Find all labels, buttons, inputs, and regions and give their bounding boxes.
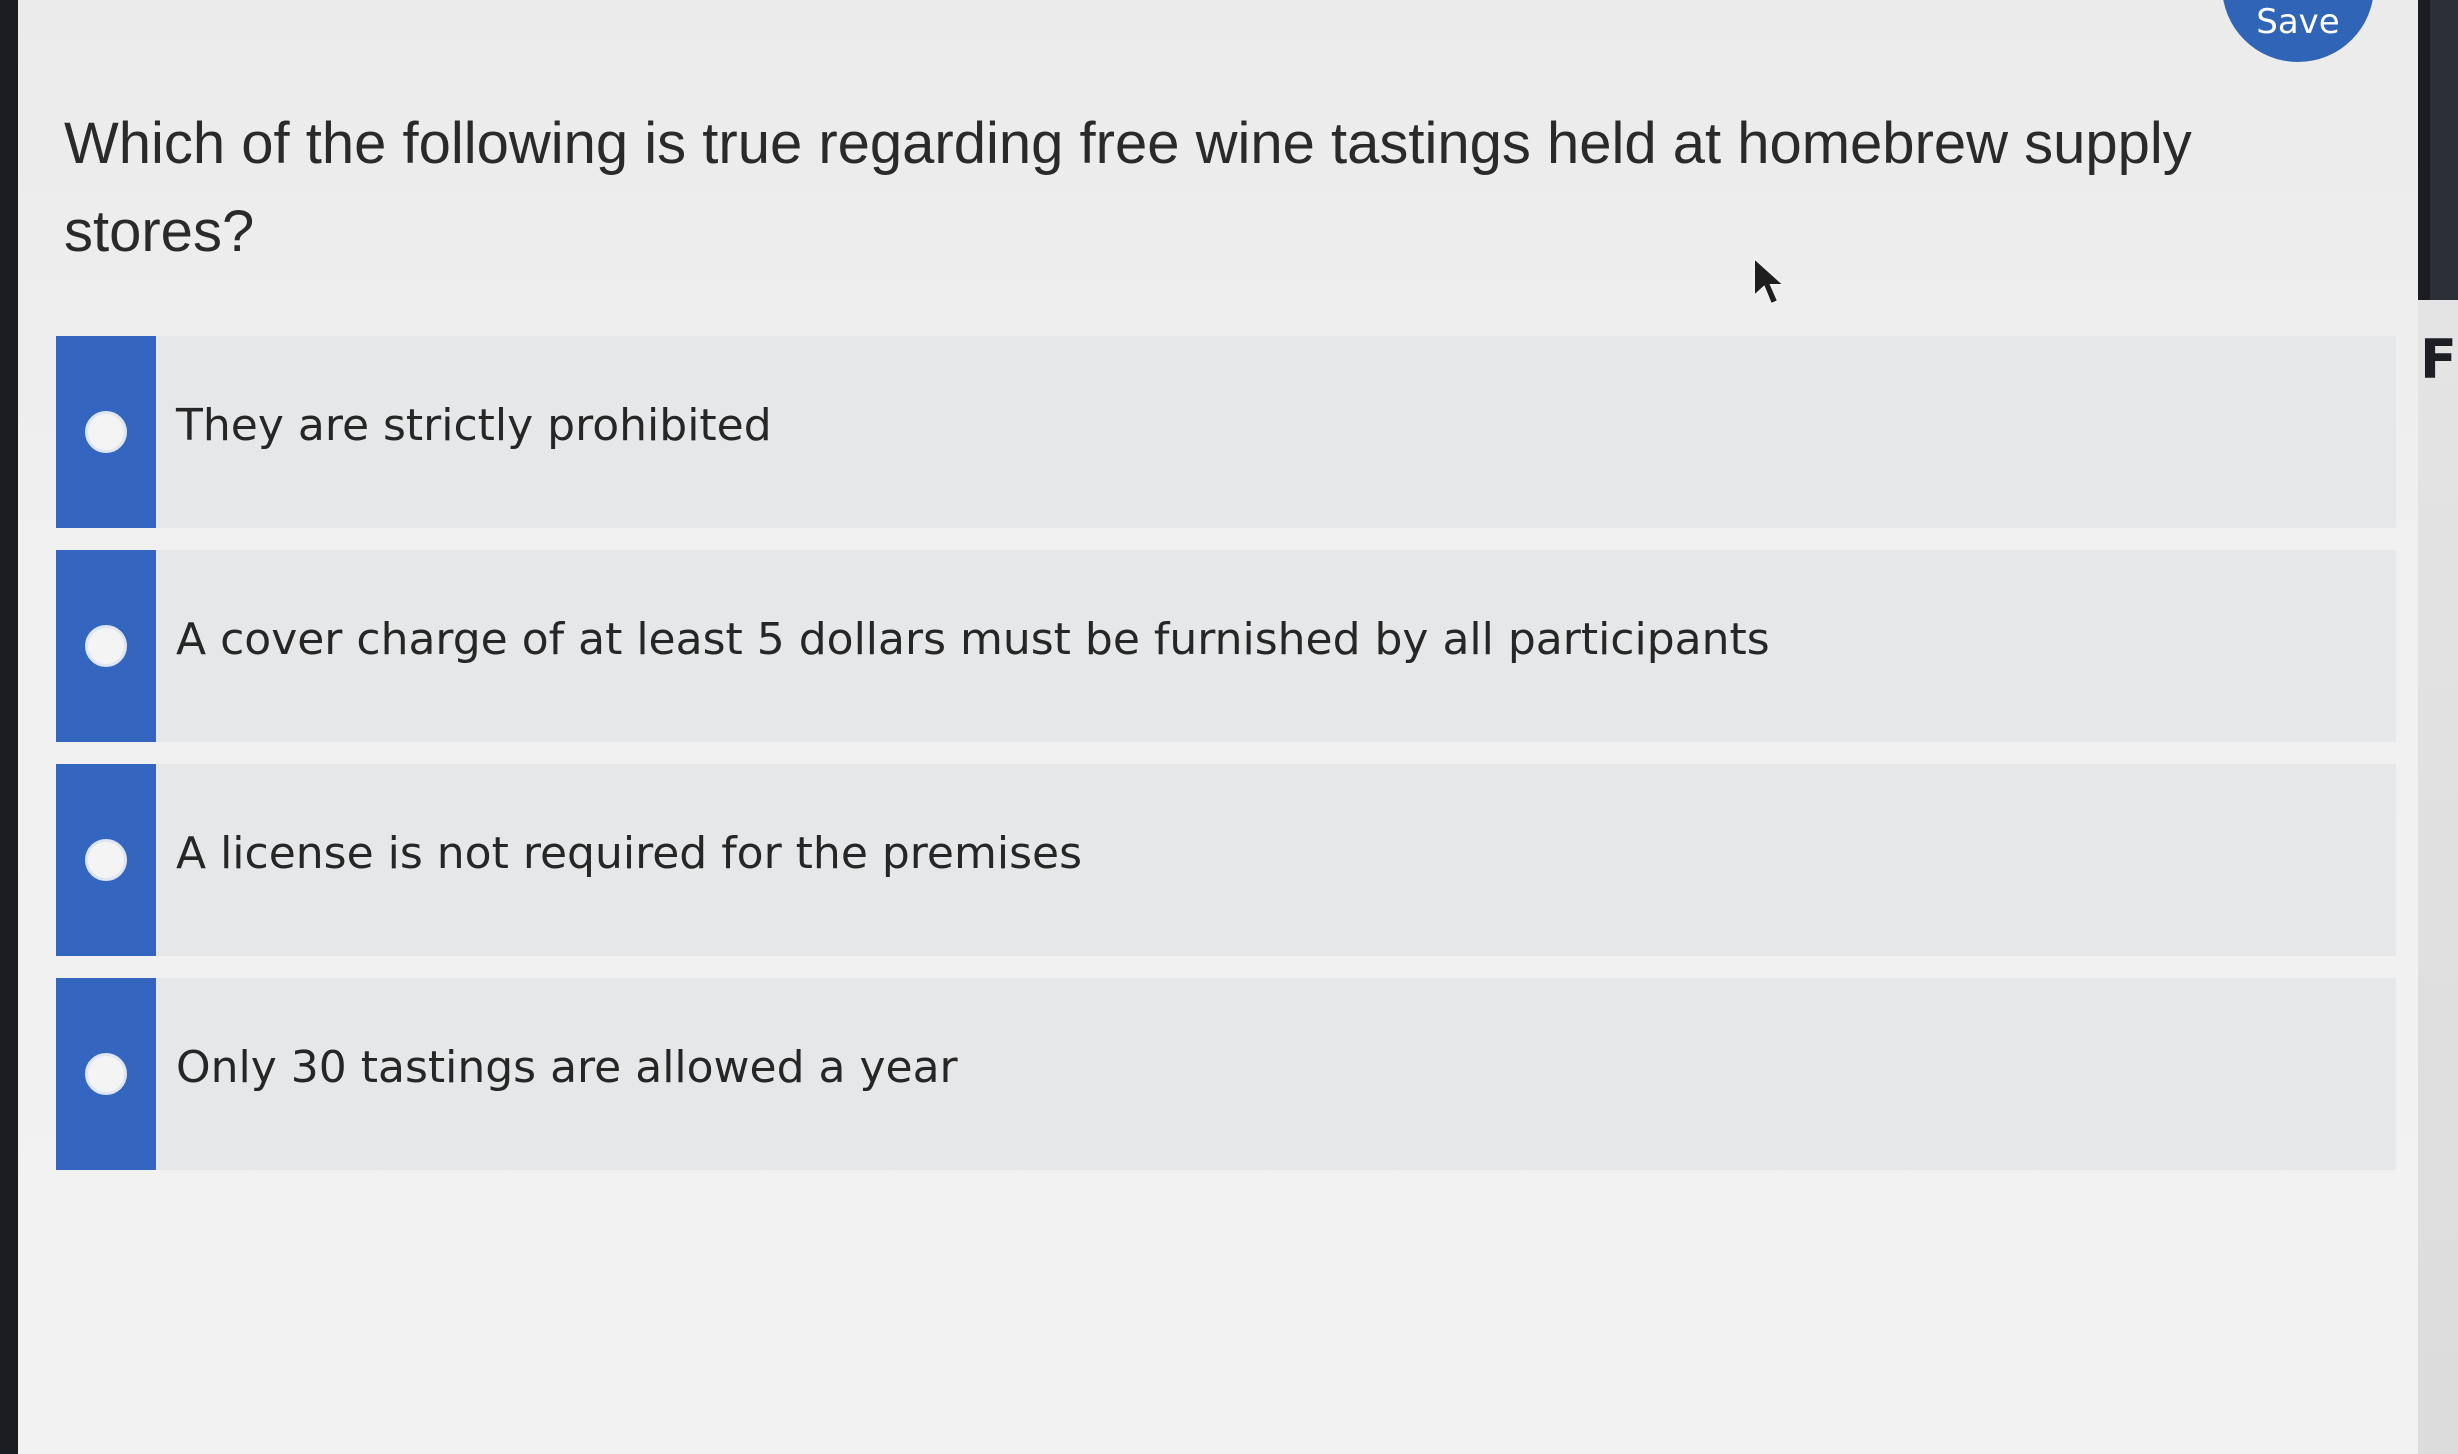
option-label: A cover charge of at least 5 dollars mus… (176, 613, 1770, 665)
background-window-edge-light (2418, 300, 2458, 1454)
screen: F Save Which of the following is true re… (0, 0, 2458, 1454)
radio-unselected-icon[interactable] (85, 839, 127, 881)
option-label: Only 30 tastings are allowed a year (176, 1041, 958, 1093)
background-window-edge (2430, 0, 2458, 300)
option-marker (56, 978, 156, 1170)
option-label: A license is not required for the premis… (176, 827, 1082, 879)
option-label: They are strictly prohibited (176, 399, 772, 451)
radio-unselected-icon[interactable] (85, 625, 127, 667)
mouse-pointer-icon (1753, 256, 1787, 306)
radio-unselected-icon[interactable] (85, 1053, 127, 1095)
background-window-text: F (2420, 328, 2457, 391)
option-marker (56, 336, 156, 528)
question-text: Which of the following is true regarding… (64, 111, 2192, 264)
option-marker (56, 550, 156, 742)
answer-option[interactable]: A cover charge of at least 5 dollars mus… (56, 550, 2396, 742)
answer-option[interactable]: A license is not required for the premis… (56, 764, 2396, 956)
answer-options: They are strictly prohibited A cover cha… (56, 336, 2396, 1192)
answer-option[interactable]: They are strictly prohibited (56, 336, 2396, 528)
radio-unselected-icon[interactable] (85, 411, 127, 453)
answer-option[interactable]: Only 30 tastings are allowed a year (56, 978, 2396, 1170)
option-marker (56, 764, 156, 956)
